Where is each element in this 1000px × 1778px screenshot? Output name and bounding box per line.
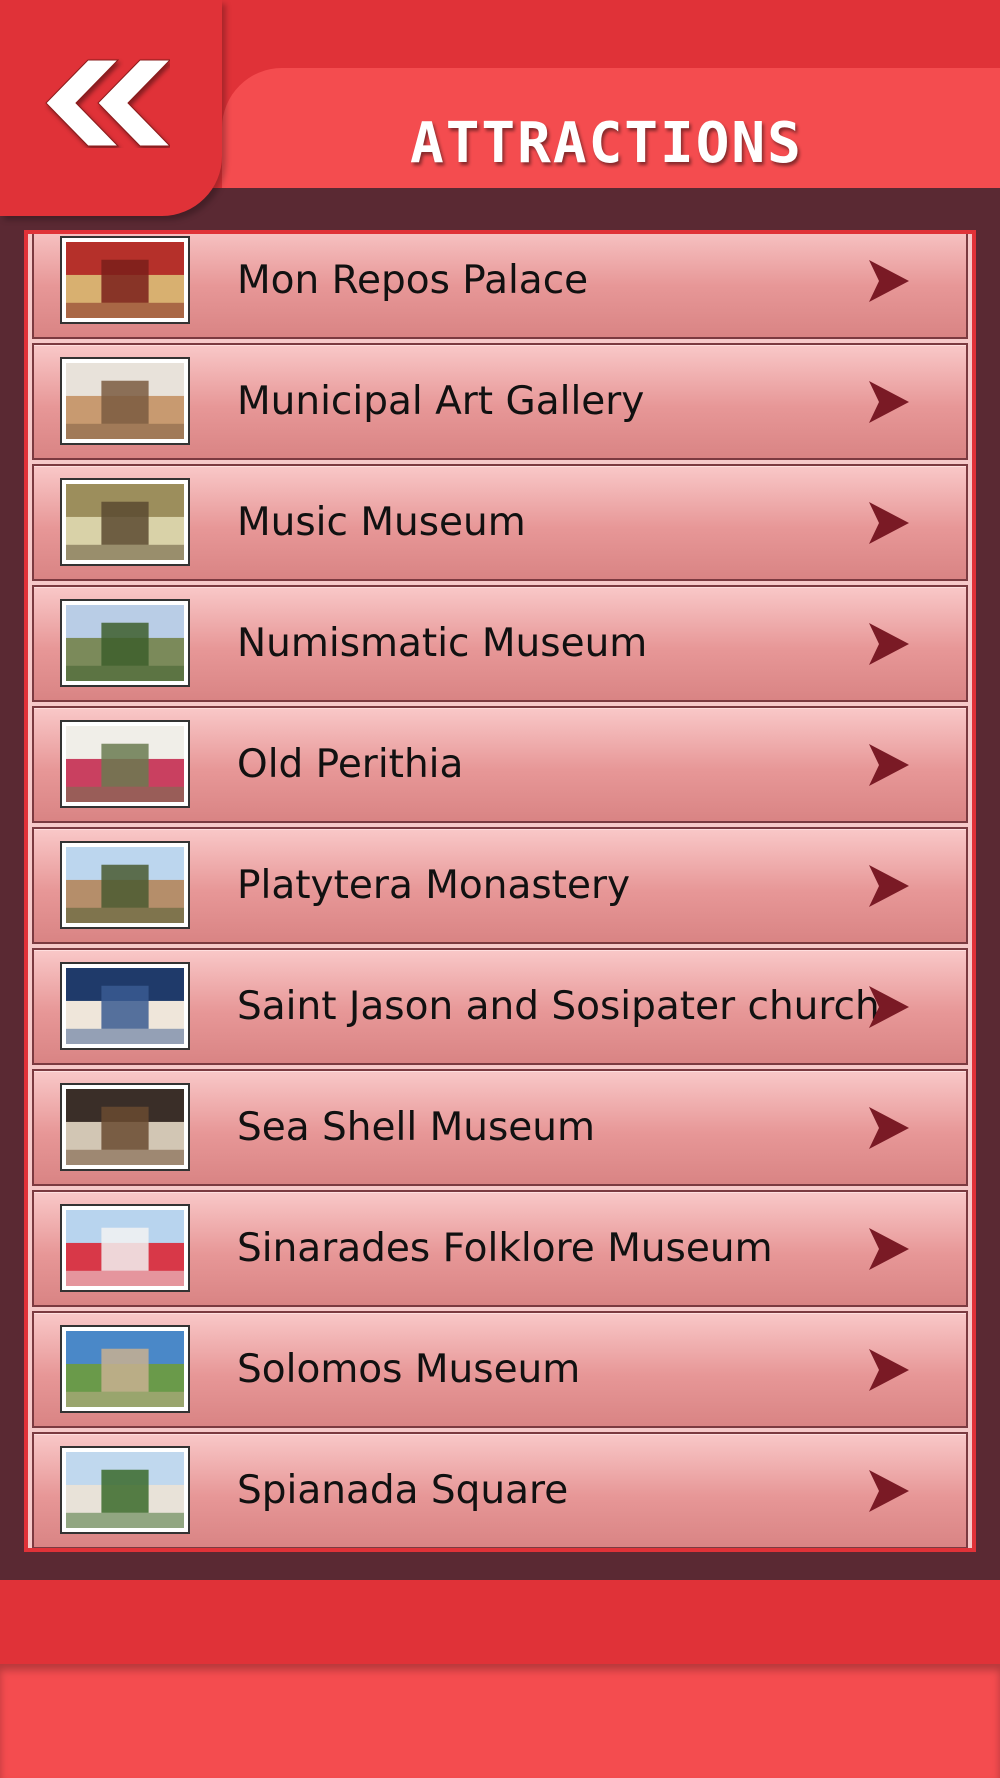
page-title: ATTRACTIONS xyxy=(410,111,803,176)
list-item[interactable]: Spianada Square xyxy=(32,1432,968,1548)
chevron-right-icon xyxy=(869,1228,909,1270)
attraction-name: Music Museum xyxy=(237,500,526,545)
list-item[interactable]: Sea Shell Museum xyxy=(32,1069,968,1186)
list-item[interactable]: Music Museum xyxy=(32,464,968,581)
chevron-right-icon xyxy=(869,986,909,1028)
list-item[interactable]: Municipal Art Gallery xyxy=(32,343,968,460)
attraction-thumbnail xyxy=(60,1204,190,1292)
attraction-thumbnail xyxy=(60,599,190,687)
chevron-right-icon xyxy=(869,502,909,544)
list-item[interactable]: Numismatic Museum xyxy=(32,585,968,702)
attraction-name: Platytera Monastery xyxy=(237,863,631,908)
chevron-right-icon xyxy=(869,623,909,665)
double-chevron-left-icon xyxy=(45,59,172,147)
attraction-thumbnail xyxy=(60,841,190,929)
list-item[interactable]: Solomos Museum xyxy=(32,1311,968,1428)
attraction-thumbnail xyxy=(60,236,190,324)
attraction-name: Spianada Square xyxy=(237,1468,569,1513)
chevron-right-icon xyxy=(869,381,909,423)
footer-bar xyxy=(0,1580,1000,1664)
attraction-name: Municipal Art Gallery xyxy=(237,379,645,424)
attraction-thumbnail xyxy=(60,720,190,808)
attraction-thumbnail xyxy=(60,1446,190,1534)
attraction-name: Sinarades Folklore Museum xyxy=(237,1226,773,1271)
footer-band xyxy=(0,1664,1000,1778)
attractions-list[interactable]: Mon Repos Palace Municipal Art Gallery Mus… xyxy=(24,230,976,1552)
chevron-right-icon xyxy=(869,1107,909,1149)
attraction-thumbnail xyxy=(60,478,190,566)
attraction-thumbnail xyxy=(60,962,190,1050)
back-tab xyxy=(0,0,222,216)
chevron-right-icon xyxy=(869,260,909,302)
attraction-thumbnail xyxy=(60,357,190,445)
chevron-right-icon xyxy=(869,744,909,786)
attraction-name: Solomos Museum xyxy=(237,1347,581,1392)
attraction-name: Old Perithia xyxy=(237,742,464,787)
list-item[interactable]: Saint Jason and Sosipater church xyxy=(32,948,968,1065)
chevron-right-icon xyxy=(869,865,909,907)
list-item[interactable]: Platytera Monastery xyxy=(32,827,968,944)
list-item[interactable]: Old Perithia xyxy=(32,706,968,823)
list-item[interactable]: Sinarades Folklore Museum xyxy=(32,1190,968,1307)
chevron-right-icon xyxy=(869,1349,909,1391)
attraction-name: Mon Repos Palace xyxy=(237,258,589,303)
attraction-thumbnail xyxy=(60,1083,190,1171)
chevron-right-icon xyxy=(869,1470,909,1512)
list-item[interactable]: Mon Repos Palace xyxy=(32,234,968,339)
attraction-name: Numismatic Museum xyxy=(237,621,648,666)
attraction-thumbnail xyxy=(60,1325,190,1413)
attraction-name: Sea Shell Museum xyxy=(237,1105,595,1150)
back-button[interactable] xyxy=(40,58,172,148)
attraction-name: Saint Jason and Sosipater church xyxy=(237,984,880,1029)
